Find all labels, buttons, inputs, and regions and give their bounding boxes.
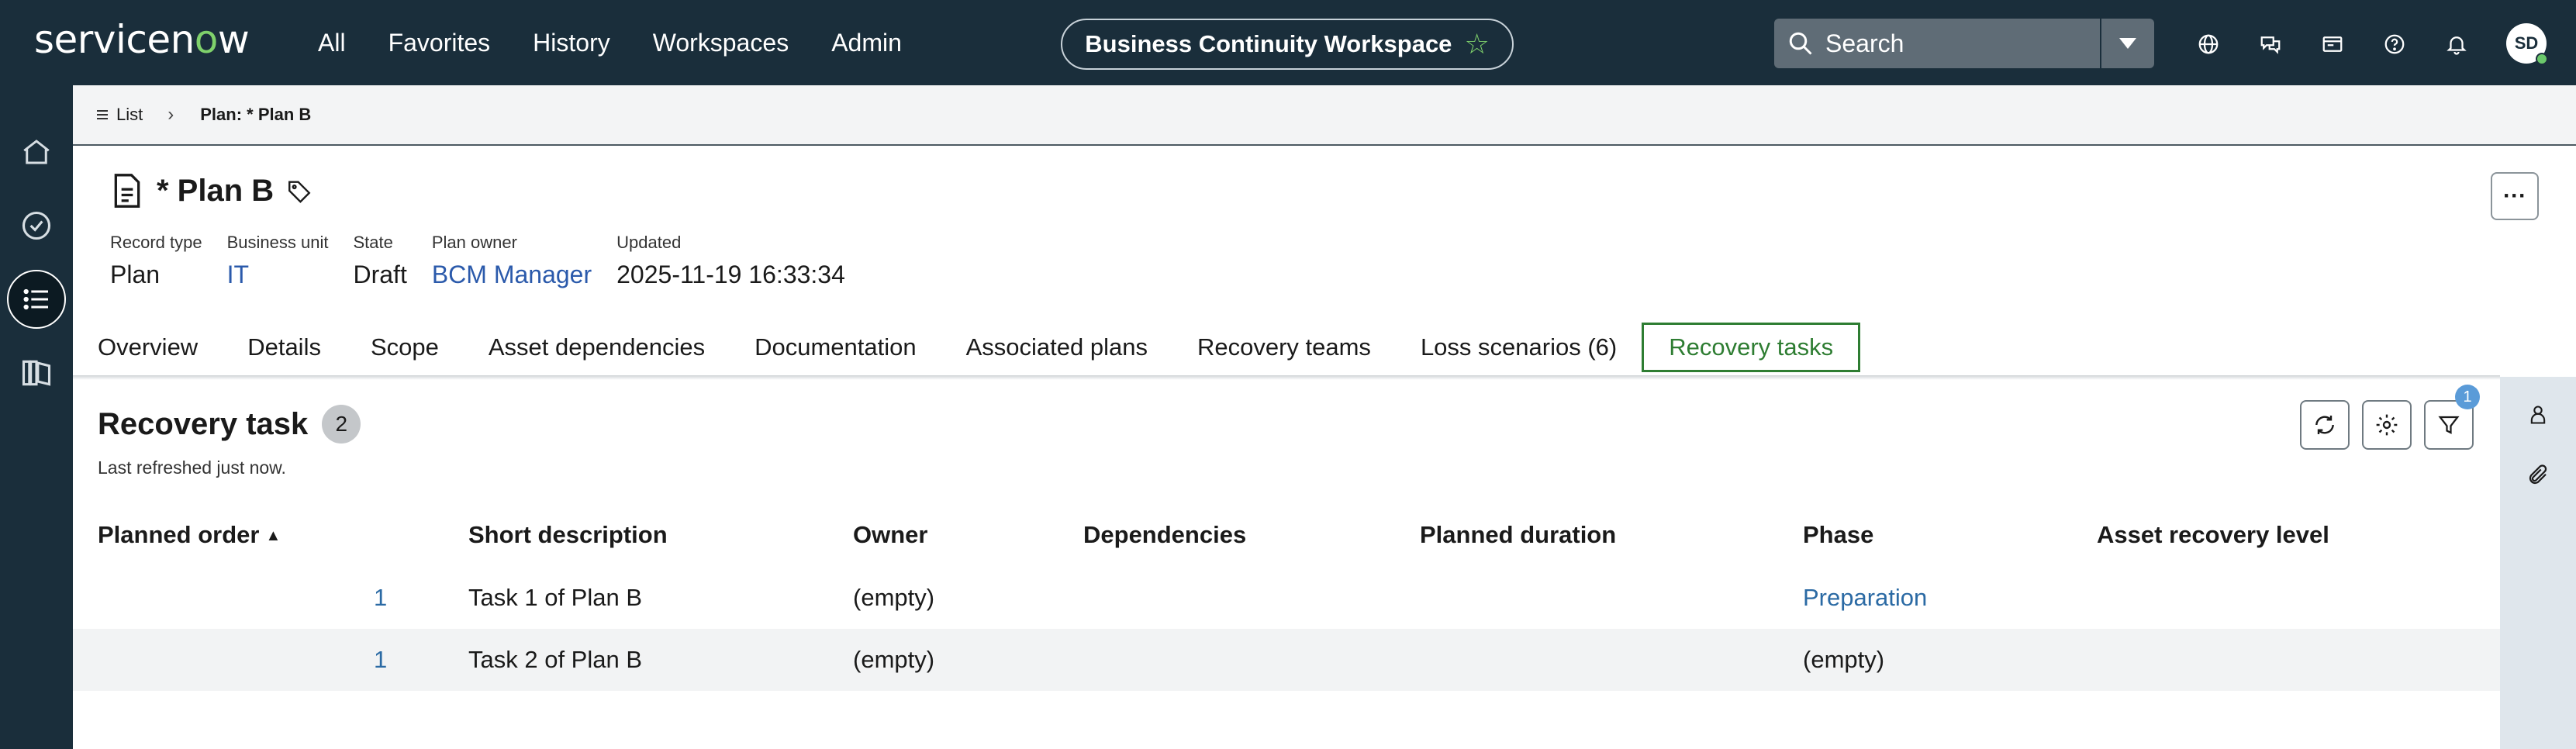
bell-icon[interactable] bbox=[2435, 22, 2478, 66]
list-count-badge: 2 bbox=[322, 405, 361, 444]
nav-admin[interactable]: Admin bbox=[831, 29, 902, 57]
person-icon[interactable] bbox=[2523, 400, 2553, 430]
tab-asset-dependencies[interactable]: Asset dependencies bbox=[464, 323, 730, 372]
column-phase[interactable]: Phase bbox=[1803, 521, 1873, 549]
top-navigation-bar: servicenow All Favorites History Workspa… bbox=[0, 0, 2576, 85]
breadcrumb-list-label: List bbox=[116, 105, 143, 124]
tab-recovery-teams[interactable]: Recovery teams bbox=[1172, 323, 1396, 372]
record-name: * Plan B bbox=[157, 173, 275, 208]
breadcrumb: List › Plan: * Plan B bbox=[73, 85, 2576, 146]
table-row[interactable]: 1 Task 2 of Plan B (empty) (empty) bbox=[73, 629, 2500, 691]
help-icon[interactable] bbox=[2373, 22, 2416, 66]
cell-owner: (empty) bbox=[853, 584, 935, 611]
tab-associated-plans[interactable]: Associated plans bbox=[941, 323, 1172, 372]
nav-history[interactable]: History bbox=[533, 29, 610, 57]
column-dependencies[interactable]: Dependencies bbox=[1083, 521, 1246, 549]
caret-down-icon bbox=[2119, 38, 2136, 49]
book-map-icon[interactable] bbox=[7, 343, 66, 402]
field-business-unit: Business unit IT bbox=[226, 233, 329, 288]
cell-short-description: Task 1 of Plan B bbox=[468, 584, 643, 611]
column-owner[interactable]: Owner bbox=[853, 521, 927, 549]
tab-overview[interactable]: Overview bbox=[73, 323, 223, 372]
field-plan-owner: Plan owner BCM Manager bbox=[431, 233, 592, 288]
workspace-title-pill[interactable]: Business Continuity Workspace ☆ bbox=[1061, 19, 1514, 70]
record-tabs: Overview Details Scope Asset dependencie… bbox=[73, 319, 2576, 375]
cell-owner: (empty) bbox=[853, 646, 935, 673]
avatar-initials: SD bbox=[2514, 33, 2539, 53]
workspace-title: Business Continuity Workspace bbox=[1085, 30, 1452, 57]
column-short-description[interactable]: Short description bbox=[468, 521, 668, 549]
tabs-divider bbox=[73, 375, 2500, 380]
tab-scope[interactable]: Scope bbox=[346, 323, 464, 372]
list-lines-icon bbox=[97, 110, 108, 119]
filter-count-badge: 1 bbox=[2455, 385, 2480, 409]
check-circle-icon[interactable] bbox=[7, 196, 66, 255]
list-icon[interactable] bbox=[7, 270, 66, 329]
document-icon bbox=[114, 174, 140, 208]
column-planned-order[interactable]: Planned order ▲ bbox=[98, 521, 281, 549]
cell-planned-order[interactable]: 1 bbox=[374, 646, 387, 674]
breadcrumb-list-link[interactable]: List bbox=[96, 105, 143, 125]
search-icon bbox=[1789, 32, 1812, 55]
breadcrumb-current: Plan: * Plan B bbox=[200, 105, 312, 124]
field-record-type: Record type Plan bbox=[110, 233, 202, 288]
left-sidebar bbox=[0, 85, 73, 749]
ellipsis-icon: ··· bbox=[2503, 183, 2526, 209]
cell-short-description: Task 2 of Plan B bbox=[468, 646, 643, 673]
search-scope-dropdown[interactable] bbox=[2101, 19, 2154, 68]
paperclip-icon[interactable] bbox=[2523, 461, 2553, 490]
online-status-dot bbox=[2536, 53, 2548, 65]
column-asset-recovery-level[interactable]: Asset recovery level bbox=[2097, 521, 2329, 549]
field-updated: Updated 2025-11-19 16:33:34 bbox=[616, 233, 845, 288]
nav-favorites[interactable]: Favorites bbox=[388, 29, 491, 57]
more-actions-button[interactable]: ··· bbox=[2491, 172, 2539, 220]
main-nav-links: All Favorites History Workspaces Admin bbox=[318, 0, 902, 85]
servicenow-logo[interactable]: servicenow bbox=[34, 17, 250, 62]
tag-icon[interactable] bbox=[286, 178, 313, 204]
field-state: State Draft bbox=[353, 233, 407, 288]
settings-button[interactable] bbox=[2362, 400, 2412, 450]
tab-recovery-tasks[interactable]: Recovery tasks bbox=[1642, 323, 1861, 372]
global-search[interactable]: Search bbox=[1774, 19, 2100, 68]
list-title-text: Recovery task bbox=[98, 406, 309, 441]
cell-planned-order[interactable]: 1 bbox=[374, 584, 387, 612]
tab-details[interactable]: Details bbox=[223, 323, 346, 372]
tab-loss-scenarios[interactable]: Loss scenarios (6) bbox=[1396, 323, 1642, 372]
globe-icon[interactable] bbox=[2187, 22, 2230, 66]
column-planned-duration[interactable]: Planned duration bbox=[1420, 521, 1616, 549]
list-title: Recovery task 2 bbox=[98, 405, 361, 444]
filter-icon bbox=[2438, 416, 2460, 434]
cell-phase[interactable]: Preparation bbox=[1803, 584, 1927, 612]
table-header: Planned order ▲ Short description Owner D… bbox=[73, 512, 2500, 561]
right-context-rail bbox=[2500, 377, 2576, 749]
home-icon[interactable] bbox=[7, 123, 66, 181]
nav-all[interactable]: All bbox=[318, 29, 346, 57]
workspace-card-icon[interactable] bbox=[2311, 22, 2354, 66]
refresh-icon bbox=[2315, 416, 2334, 434]
user-avatar[interactable]: SD bbox=[2506, 23, 2548, 65]
search-placeholder: Search bbox=[1825, 29, 1904, 57]
nav-workspaces[interactable]: Workspaces bbox=[653, 29, 789, 57]
record-title: * Plan B bbox=[110, 172, 313, 209]
refresh-button[interactable] bbox=[2300, 400, 2350, 450]
star-icon[interactable]: ☆ bbox=[1464, 28, 1489, 60]
record-fields: Record type Plan Business unit IT State … bbox=[110, 233, 845, 289]
top-utility-icons bbox=[2187, 21, 2478, 67]
gear-icon bbox=[2376, 414, 2398, 436]
tab-documentation[interactable]: Documentation bbox=[730, 323, 941, 372]
last-refreshed-text: Last refreshed just now. bbox=[98, 457, 286, 478]
chat-icon[interactable] bbox=[2249, 22, 2292, 66]
sort-ascending-icon: ▲ bbox=[265, 527, 281, 545]
cell-phase: (empty) bbox=[1803, 646, 1885, 673]
table-row[interactable]: 1 Task 1 of Plan B (empty) Preparation bbox=[73, 567, 2500, 629]
chevron-right-icon: › bbox=[167, 104, 174, 125]
